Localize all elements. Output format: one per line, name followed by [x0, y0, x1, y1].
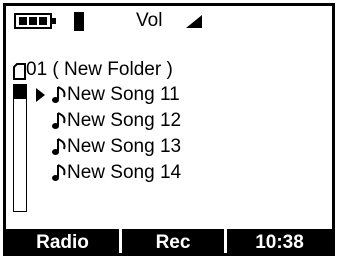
volume-level-icon	[186, 15, 202, 28]
song-title: New Song 14	[67, 162, 182, 183]
battery-icon	[14, 13, 56, 29]
signal-bar-icon	[74, 12, 84, 31]
folder-label: 01 ( New Folder )	[26, 59, 173, 80]
softkey-bar: Radio Rec 10:38	[6, 229, 332, 256]
scrollbar-thumb[interactable]	[14, 85, 26, 99]
volume-label: Vol	[136, 10, 163, 31]
folder-icon	[13, 63, 26, 80]
song-title: New Song 11	[67, 84, 180, 105]
radio-softkey[interactable]: Radio	[6, 229, 119, 256]
song-title: New Song 13	[67, 136, 182, 157]
music-note-icon	[52, 138, 66, 155]
scrollbar[interactable]	[13, 84, 27, 212]
song-title: New Song 12	[67, 110, 182, 131]
selection-arrow-icon	[36, 88, 45, 102]
clock-display: 10:38	[227, 229, 332, 256]
rec-softkey[interactable]: Rec	[122, 229, 224, 256]
music-note-icon	[52, 112, 66, 129]
music-note-icon	[52, 86, 66, 103]
music-note-icon	[52, 164, 66, 181]
player-screen: Vol 01 ( New Folder ) New Song 11 New So…	[3, 3, 335, 256]
